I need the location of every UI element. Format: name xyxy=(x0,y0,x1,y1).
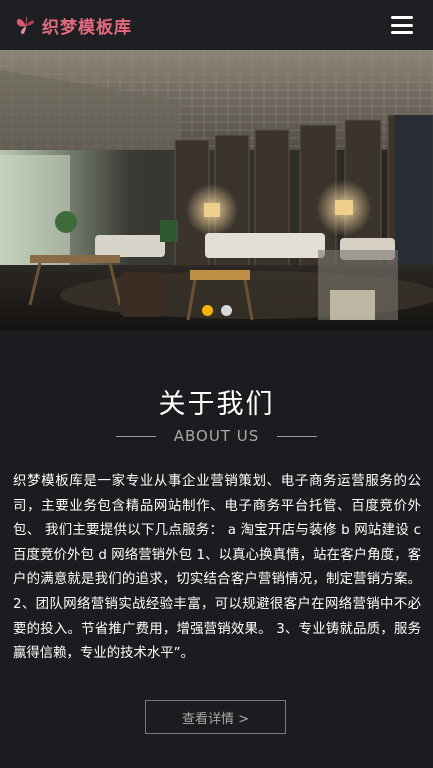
top-header: 织梦模板库 xyxy=(0,0,433,50)
butterfly-icon xyxy=(16,16,35,35)
about-description: 织梦模板库是一家专业从事企业营销策划、电子商务运营服务的公司，主要业务包含精品网… xyxy=(13,474,421,662)
slider-dot-2[interactable] xyxy=(220,305,232,316)
slider-dot-1[interactable] xyxy=(201,305,213,316)
hero-banner-slider[interactable] xyxy=(0,50,433,330)
about-subtitle: ABOUT US xyxy=(173,427,260,445)
about-title: 关于我们 xyxy=(158,389,275,420)
divider-line-left xyxy=(115,435,156,437)
logo-text: 织梦模板库 xyxy=(42,17,132,38)
banner-image xyxy=(0,50,433,330)
hamburger-menu-icon[interactable] xyxy=(391,16,413,34)
about-section: 关于我们 ABOUT US 织梦模板库是一家专业从事企业营销策划、电子商务运营服… xyxy=(0,330,433,768)
divider-line-right xyxy=(277,435,318,437)
about-subtitle-row: ABOUT US xyxy=(0,427,433,445)
view-details-button[interactable]: 查看详情 > xyxy=(145,700,286,734)
slider-dots xyxy=(0,305,433,316)
site-logo[interactable]: 织梦模板库 xyxy=(14,13,132,38)
